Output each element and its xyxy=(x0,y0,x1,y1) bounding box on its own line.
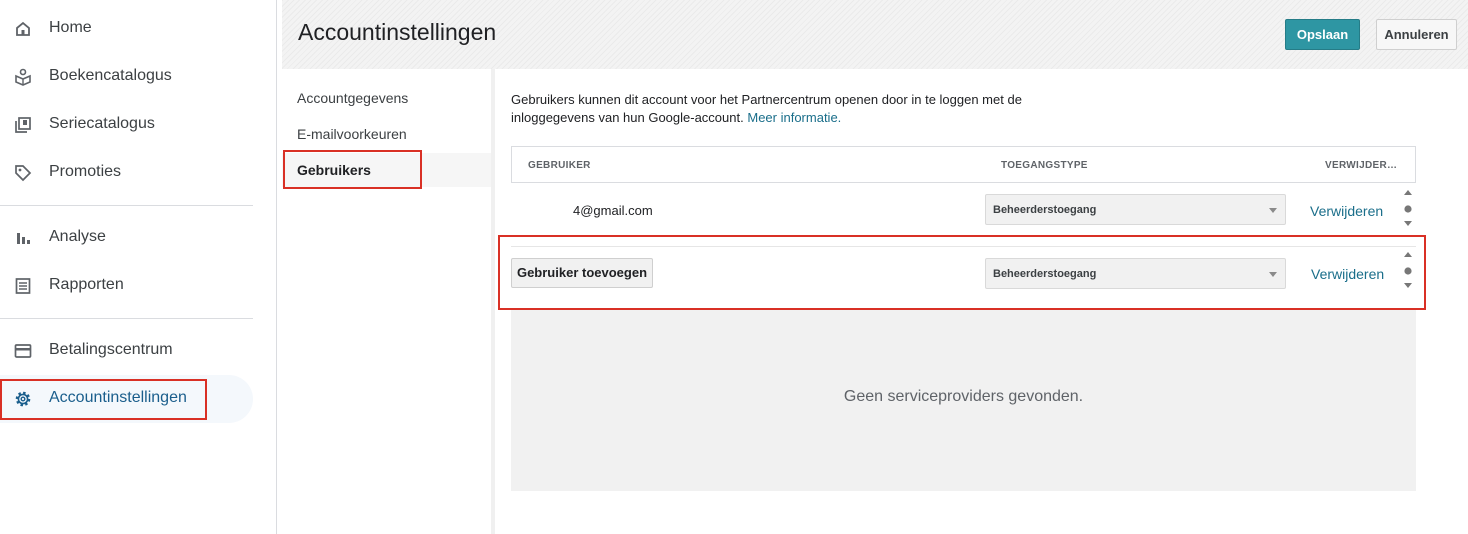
bar-chart-icon xyxy=(17,233,30,244)
panel-divider xyxy=(491,69,495,534)
nav-item-label: Betalingscentrum xyxy=(49,341,173,358)
column-header-remove: VERWIJDER… xyxy=(1325,160,1398,171)
access-type-select[interactable]: Beheerderstoegang xyxy=(985,194,1286,225)
access-type-value: Beheerderstoegang xyxy=(993,204,1097,216)
credit-card-icon xyxy=(14,344,32,358)
subnav-item-gebruikers[interactable]: Gebruikers xyxy=(282,153,491,187)
subnav-item-label: Gebruikers xyxy=(297,162,371,178)
nav-item-accountinstellingen[interactable]: Accountinstellingen xyxy=(0,375,253,423)
nav-item-label: Boekencatalogus xyxy=(49,67,172,84)
reorder-handle-icon[interactable] xyxy=(1402,190,1414,230)
partner-center-app: Home Boekencatalogus Seriecatalogus Prom… xyxy=(0,0,1468,534)
subnav-item-label: Accountgegevens xyxy=(297,90,409,106)
nav-item-label: Rapporten xyxy=(49,276,124,293)
nav-item-boekencatalogus[interactable]: Boekencatalogus xyxy=(0,53,253,101)
reorder-handle-icon[interactable] xyxy=(1402,252,1414,292)
tag-icon xyxy=(15,165,32,182)
users-intro-text: Gebruikers kunnen dit account voor het P… xyxy=(511,91,1071,127)
nav-item-seriecatalogus[interactable]: Seriecatalogus xyxy=(0,101,253,149)
series-catalog-icon xyxy=(15,117,31,133)
subnav-item-label: E-mailvoorkeuren xyxy=(297,126,407,142)
nav-item-betalingscentrum[interactable]: Betalingscentrum xyxy=(0,327,253,375)
column-header-user: GEBRUIKER xyxy=(528,160,591,171)
book-catalog-icon xyxy=(15,68,31,86)
user-email: 4@gmail.com xyxy=(573,203,653,218)
users-table: GEBRUIKER TOEGANGSTYPE VERWIJDER… 4@gmai… xyxy=(511,146,1416,491)
page-header: Accountinstellingen Opslaan Annuleren xyxy=(282,0,1468,69)
nav-item-label: Analyse xyxy=(49,228,106,245)
column-header-access-type: TOEGANGSTYPE xyxy=(1001,160,1088,171)
nav-divider xyxy=(0,205,253,206)
left-navigation: Home Boekencatalogus Seriecatalogus Prom… xyxy=(0,0,277,534)
remove-user-link[interactable]: Verwijderen xyxy=(1310,203,1383,219)
subnav-item-accountgegevens[interactable]: Accountgegevens xyxy=(282,81,491,115)
nav-divider xyxy=(0,318,253,319)
more-info-link[interactable]: Meer informatie. xyxy=(747,110,841,125)
nav-item-label: Promoties xyxy=(49,163,122,180)
home-icon xyxy=(16,21,30,36)
table-header: GEBRUIKER TOEGANGSTYPE VERWIJDER… xyxy=(511,146,1416,183)
nav-item-home[interactable]: Home xyxy=(0,5,253,53)
add-user-button[interactable]: Gebruiker toevoegen xyxy=(511,258,653,288)
nav-item-promoties[interactable]: Promoties xyxy=(0,149,253,197)
nav-item-analyse[interactable]: Analyse xyxy=(0,214,253,262)
empty-state-message: Geen serviceproviders gevonden. xyxy=(843,388,1084,405)
nav-item-label: Home xyxy=(49,19,92,36)
page-title: Accountinstellingen xyxy=(298,19,497,45)
save-button[interactable]: Opslaan xyxy=(1285,19,1360,50)
nav-item-rapporten[interactable]: Rapporten xyxy=(0,262,253,310)
access-type-value: Beheerderstoegang xyxy=(993,268,1097,280)
settings-subnav: Accountgegevens E-mailvoorkeuren Gebruik… xyxy=(282,69,491,534)
subnav-item-e-mailvoorkeuren[interactable]: E-mailvoorkeuren xyxy=(282,117,491,151)
dropdown-arrow-icon xyxy=(1269,272,1277,277)
remove-new-user-link[interactable]: Verwijderen xyxy=(1311,266,1384,282)
report-icon xyxy=(15,278,31,294)
new-user-access-type-select[interactable]: Beheerderstoegang xyxy=(985,258,1286,289)
gear-icon xyxy=(15,391,31,407)
nav-item-label: Seriecatalogus xyxy=(49,115,155,132)
nav-item-label: Accountinstellingen xyxy=(49,389,187,406)
row-divider xyxy=(511,246,1416,247)
cancel-button[interactable]: Annuleren xyxy=(1376,19,1457,50)
dropdown-arrow-icon xyxy=(1269,208,1277,213)
